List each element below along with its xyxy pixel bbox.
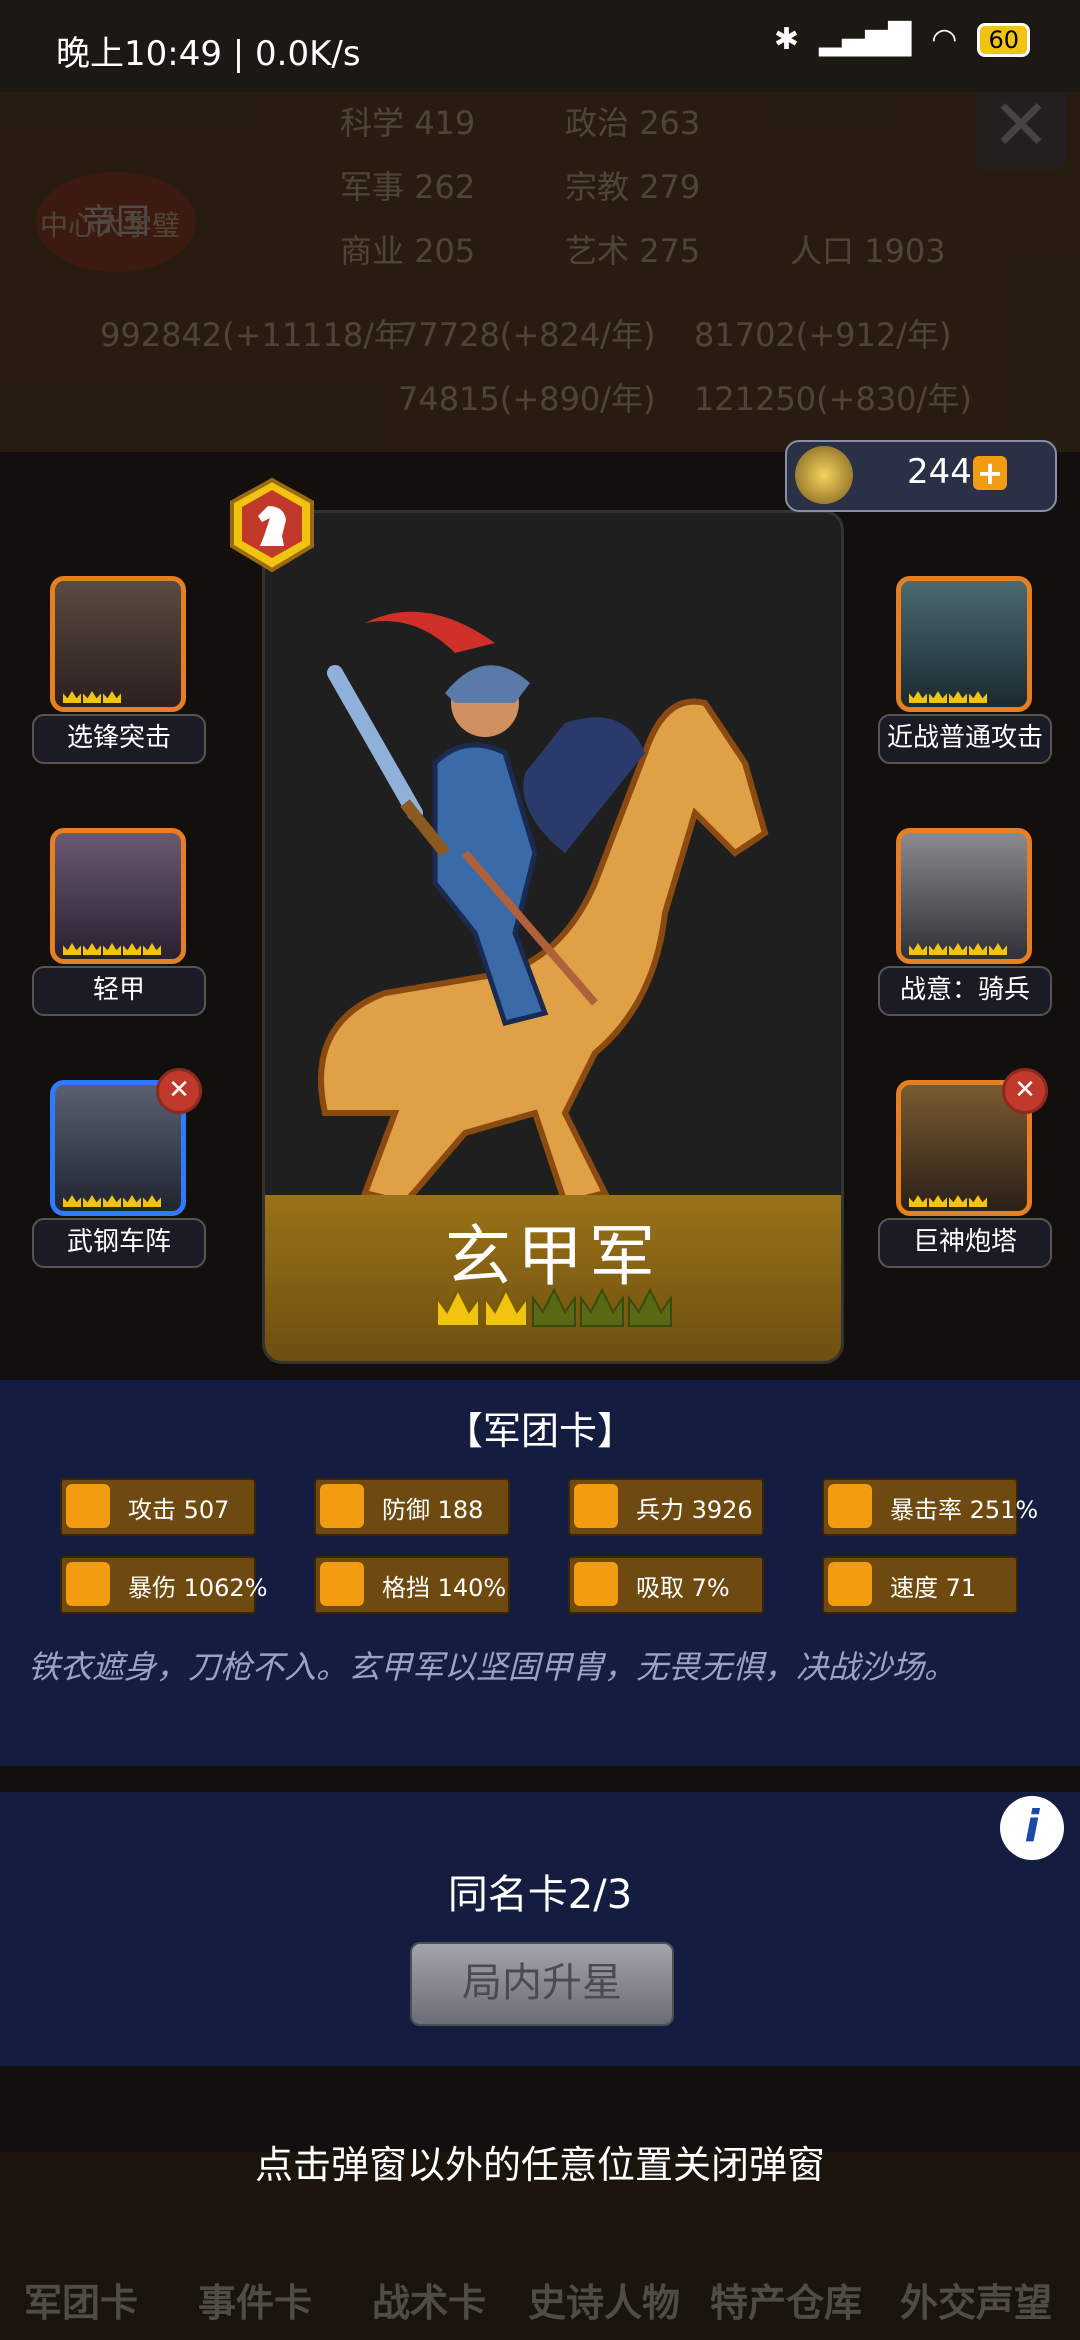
legion-card: 玄甲军	[262, 510, 844, 1364]
skill-charge-label: 选锋突击	[32, 714, 206, 764]
card-crowns	[435, 1288, 675, 1338]
crown-empty-icon	[532, 1288, 576, 1327]
card-artwork	[265, 553, 841, 1243]
bluetooth-icon: ✱	[773, 22, 799, 57]
emblem-icon	[795, 446, 853, 504]
status-bar: 晚上10:49 | 0.0K/s ✱ ▂▄▆█ ◠ 60	[0, 0, 1080, 92]
upgrade-panel: 同名卡2/3 局内升星	[0, 1792, 1080, 2066]
stat-crit-rate: 暴击率 251%	[822, 1478, 1038, 1536]
skill-cavalry-spirit[interactable]	[896, 828, 1032, 964]
stat-defense: 防御 188	[314, 1478, 510, 1536]
close-hint: 点击弹窗以外的任意位置关闭弹窗	[254, 2143, 825, 2187]
stat-troops: 兵力 3926	[568, 1478, 764, 1536]
status-time: 晚上10:49 | 0.0K/s	[56, 34, 361, 74]
crown-empty-icon	[628, 1288, 672, 1327]
skill-cavalry-spirit-label: 战意：骑兵	[878, 966, 1052, 1016]
stat-drain: 吸取 7%	[568, 1556, 764, 1614]
crosshair-icon	[828, 1484, 872, 1528]
stat-attack: 攻击 507	[60, 1478, 256, 1536]
skill-melee-attack[interactable]	[896, 576, 1032, 712]
crown-filled-icon	[484, 1288, 528, 1327]
remove-skill-icon[interactable]: ✕	[156, 1068, 202, 1114]
skill-light-armor[interactable]	[50, 828, 186, 964]
crown-empty-icon	[580, 1288, 624, 1327]
panel-title: 【军团卡】	[444, 1409, 635, 1453]
card-name: 玄甲军	[445, 1218, 661, 1295]
burst-icon	[66, 1562, 110, 1606]
gold-counter: 244 +	[785, 440, 1057, 512]
signal-icon: ▂▄▆█	[818, 22, 912, 57]
card-description: 铁衣遮身，刀枪不入。玄甲军以坚固甲胄，无畏无惧，决战沙场。	[28, 1648, 957, 1686]
skill-titan-turret-label: 巨神炮塔	[878, 1218, 1052, 1268]
gold-amount: 244	[907, 452, 972, 492]
shield-icon	[320, 1484, 364, 1528]
info-icon[interactable]: i	[1000, 1796, 1064, 1860]
chess-knight-badge-icon	[222, 476, 322, 576]
status-icons: ✱ ▂▄▆█ ◠ 60	[774, 22, 1030, 57]
block-icon	[320, 1562, 364, 1606]
skill-wugang-formation-label: 武钢车阵	[32, 1218, 206, 1268]
stat-block: 格挡 140%	[314, 1556, 510, 1614]
drain-icon	[574, 1562, 618, 1606]
add-gold-button[interactable]: +	[973, 456, 1007, 490]
skill-charge[interactable]	[50, 576, 186, 712]
heart-icon	[574, 1484, 618, 1528]
duplicate-count: 同名卡2/3	[447, 1872, 633, 1918]
battery-icon: 60	[977, 22, 1030, 57]
stat-crit-damage: 暴伤 1062%	[60, 1556, 268, 1614]
skill-melee-attack-label: 近战普通攻击	[878, 714, 1052, 764]
card-info-panel: 【军团卡】 攻击 507 防御 188 兵力 3926 暴击率 251% 暴伤 …	[0, 1380, 1080, 1766]
remove-skill-icon[interactable]: ✕	[1002, 1068, 1048, 1114]
stat-speed: 速度 71	[822, 1556, 1018, 1614]
skill-light-armor-label: 轻甲	[32, 966, 206, 1016]
sword-icon	[66, 1484, 110, 1528]
wifi-icon: ◠	[931, 22, 958, 57]
star-up-button[interactable]: 局内升星	[410, 1942, 674, 2026]
speed-icon	[828, 1562, 872, 1606]
crown-filled-icon	[436, 1288, 480, 1327]
